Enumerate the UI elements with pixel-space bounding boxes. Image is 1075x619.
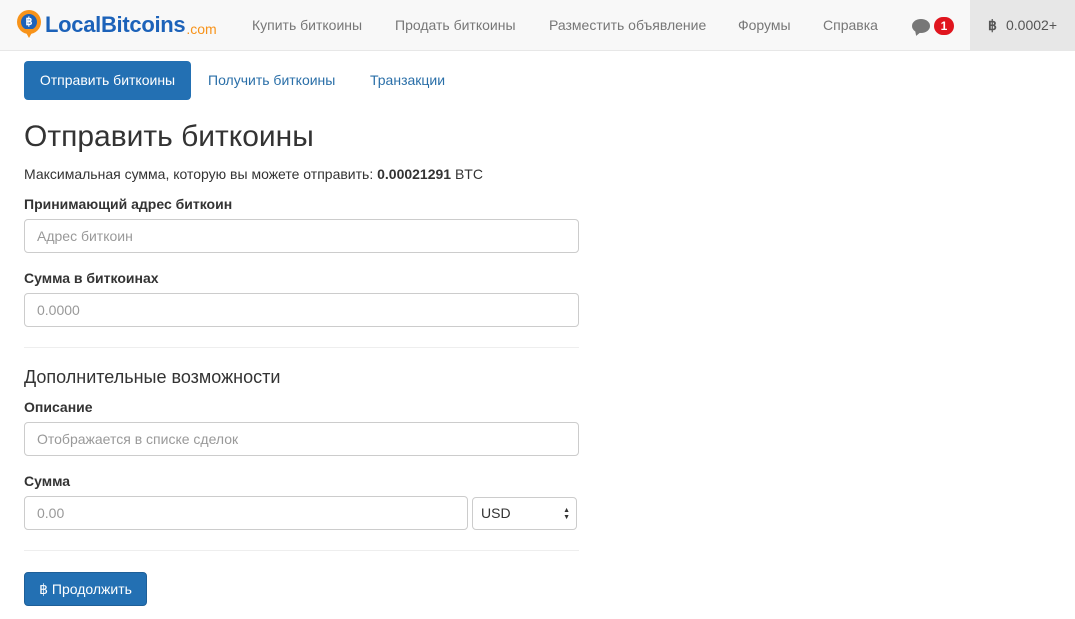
messages-button[interactable]: 1 xyxy=(912,17,954,35)
tab-transactions[interactable]: Транзакции xyxy=(370,61,445,100)
tab-receive-bitcoins[interactable]: Получить биткоины xyxy=(208,61,335,100)
messages-badge: 1 xyxy=(934,17,954,35)
tab-send-bitcoins[interactable]: Отправить биткоины xyxy=(24,61,191,100)
continue-button[interactable]: ฿ Продолжить xyxy=(24,572,147,606)
select-arrows-icon: ▲ ▼ xyxy=(563,507,570,521)
max-amount-value: 0.00021291 xyxy=(377,166,452,182)
description-input[interactable] xyxy=(24,422,579,456)
logo-suffix: .com xyxy=(186,20,217,37)
nav-forums[interactable]: Форумы xyxy=(738,0,791,50)
bitcoin-location-pin-icon: ฿ xyxy=(17,10,41,40)
address-label: Принимающий адрес биткоин xyxy=(24,196,233,212)
max-amount-unit: BTC xyxy=(451,166,483,182)
logo[interactable]: ฿ LocalBitcoins .com xyxy=(17,10,217,40)
chat-bubble-icon xyxy=(912,19,930,33)
logo-name: LocalBitcoins xyxy=(45,12,186,37)
top-navbar: ฿ LocalBitcoins .com Купить биткоины Про… xyxy=(0,0,1075,51)
divider xyxy=(24,347,579,348)
fiat-amount-input[interactable] xyxy=(24,496,468,530)
page-title: Отправить биткоины xyxy=(24,120,314,153)
max-amount-label: Максимальная сумма, которую вы можете от… xyxy=(24,166,378,182)
balance-value: 0.0002+ xyxy=(1006,17,1057,33)
btc-amount-label: Сумма в биткоинах xyxy=(24,270,159,286)
max-amount-text: Максимальная сумма, которую вы можете от… xyxy=(24,166,483,182)
fiat-amount-label: Сумма xyxy=(24,473,71,489)
nav-post-ad[interactable]: Разместить объявление xyxy=(549,0,706,50)
wallet-balance-button[interactable]: ฿ 0.0002+ xyxy=(970,0,1075,50)
currency-selected: USD xyxy=(481,505,511,521)
nav-help[interactable]: Справка xyxy=(823,0,878,50)
bitcoin-icon: ฿ xyxy=(988,17,997,33)
address-input[interactable] xyxy=(24,219,579,253)
nav-buy-bitcoins[interactable]: Купить биткоины xyxy=(252,0,362,50)
description-label: Описание xyxy=(24,399,93,415)
extra-options-heading: Дополнительные возможности xyxy=(24,367,281,387)
btc-amount-input[interactable] xyxy=(24,293,579,327)
divider xyxy=(24,550,579,551)
currency-select[interactable]: USD ▲ ▼ xyxy=(472,497,577,530)
nav-sell-bitcoins[interactable]: Продать биткоины xyxy=(395,0,516,50)
